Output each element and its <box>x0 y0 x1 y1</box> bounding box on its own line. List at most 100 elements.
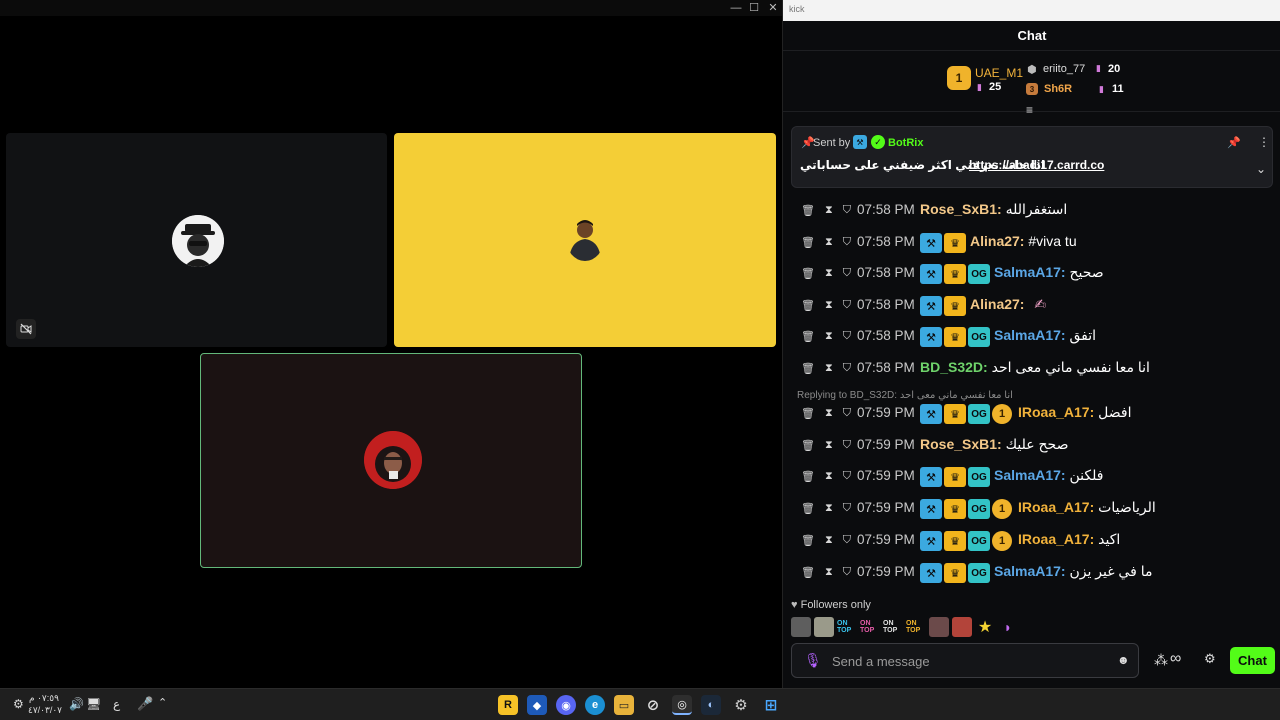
ban-icon[interactable]: ⛉ <box>843 534 851 547</box>
network-icon[interactable]: 🖥 <box>86 697 101 711</box>
vip-crown-icon[interactable]: ♛ <box>944 327 966 347</box>
chat-message[interactable]: 🗑 ⧗ ⛉ 07:58 PM Rose_SxB1: استغفرالله <box>783 199 1280 223</box>
og-badge-icon[interactable]: OG <box>968 404 990 424</box>
vip-crown-icon[interactable]: ♛ <box>944 404 966 424</box>
windows-start-icon[interactable]: ⊞ <box>761 695 781 715</box>
delete-icon[interactable]: 🗑 <box>801 534 815 547</box>
timeout-icon[interactable]: ⧗ <box>825 470 833 483</box>
send-chat-button[interactable]: Chat <box>1230 647 1275 674</box>
rockstar-icon[interactable]: R <box>498 695 518 715</box>
message-username[interactable]: Rose_SxB1: <box>920 201 1002 217</box>
collapse-icon[interactable]: ≡ <box>1026 103 1033 117</box>
microphone-tray-icon[interactable]: 🎤 <box>137 696 153 712</box>
timeout-icon[interactable]: ⧗ <box>825 566 833 579</box>
delete-icon[interactable]: 🗑 <box>801 566 815 579</box>
chrome-icon[interactable]: ◎ <box>672 695 692 715</box>
delete-icon[interactable]: 🗑 <box>801 204 815 217</box>
vip-crown-icon[interactable]: ♛ <box>944 296 966 316</box>
microphone-icon[interactable]: 🎙 <box>804 652 822 669</box>
chat-input-box[interactable]: 🎙 ☻ <box>791 643 1139 678</box>
timeout-icon[interactable]: ⧗ <box>825 534 833 547</box>
og-badge-icon[interactable]: OG <box>968 467 990 487</box>
message-username[interactable]: SalmaA17: <box>994 264 1066 280</box>
gift-rank-icon[interactable]: 1 <box>992 499 1012 519</box>
delete-icon[interactable]: 🗑 <box>801 267 815 280</box>
maximize-button[interactable]: ☐ <box>746 1 762 15</box>
delete-icon[interactable]: 🗑 <box>801 502 815 515</box>
og-badge-icon[interactable]: OG <box>968 264 990 284</box>
chevron-up-icon[interactable]: ⌃ <box>158 696 167 709</box>
message-username[interactable]: Alina27: <box>970 233 1024 249</box>
ban-icon[interactable]: ⛉ <box>843 204 851 217</box>
more-options-icon[interactable]: ⋮ <box>1258 135 1270 149</box>
chat-message[interactable]: 🗑 ⧗ ⛉ 07:59 PM ⚒ ♛ OG SalmaA17: فلكنن <box>783 465 1280 489</box>
moderator-badge-icon[interactable]: ⚒ <box>920 327 942 347</box>
emote-10[interactable]: ◗ <box>998 617 1018 637</box>
chat-message[interactable]: 🗑 ⧗ ⛉ 07:59 PM ⚒ ♛ OG 1 IRoaa_A17: اكيد <box>783 529 1280 553</box>
emote-1[interactable] <box>791 617 811 637</box>
delete-icon[interactable]: 🗑 <box>801 299 815 312</box>
ban-icon[interactable]: ⛉ <box>843 566 851 579</box>
volume-icon[interactable]: 🔊 <box>69 697 84 711</box>
participant-tile-3-active[interactable] <box>200 353 582 568</box>
steam-icon[interactable]: ◐ <box>701 695 721 715</box>
ban-icon[interactable]: ⛉ <box>843 502 851 515</box>
close-button[interactable]: ✕ <box>765 1 781 15</box>
chat-message[interactable]: 🗑 ⧗ ⛉ 07:58 PM BD_S32D: انا معا نفسي ماني مع… <box>783 357 1280 381</box>
chat-message[interactable]: 🗑 ⧗ ⛉ 07:58 PM ⚒ ♛ OG SalmaA17: اتفق <box>783 325 1280 349</box>
vip-crown-icon[interactable]: ♛ <box>944 531 966 551</box>
ban-icon[interactable]: ⛉ <box>843 299 851 312</box>
timeout-icon[interactable]: ⧗ <box>825 299 833 312</box>
message-username[interactable]: IRoaa_A17: <box>1018 404 1094 420</box>
delete-icon[interactable]: 🗑 <box>801 439 815 452</box>
delete-icon[interactable]: 🗑 <box>801 470 815 483</box>
vip-crown-icon[interactable]: ♛ <box>944 233 966 253</box>
emote-ontop-3[interactable]: ON TOP <box>883 617 903 637</box>
emote-2[interactable] <box>814 617 834 637</box>
gift-leaderboard[interactable]: 1 UAE_M1 ▮ 25 ⬢ eriito_77 ▮ 20 3 Sh6R ▮ … <box>783 52 1280 117</box>
minimize-button[interactable]: — <box>728 1 744 15</box>
chat-message[interactable]: 🗑 ⧗ ⛉ 07:59 PM ⚒ ♛ OG SalmaA17: ما في غير يزن <box>783 561 1280 585</box>
moderator-badge-icon[interactable]: ⚒ <box>920 467 942 487</box>
pinned-sender[interactable]: BotRix <box>888 137 923 149</box>
chat-message[interactable]: 🗑 ⧗ ⛉ 07:59 PM Rose_SxB1: صحح عليك <box>783 434 1280 458</box>
timeout-icon[interactable]: ⧗ <box>825 236 833 249</box>
participant-tile-2[interactable] <box>394 133 776 347</box>
chat-message[interactable]: 🗑 ⧗ ⛉ 07:59 PM ⚒ ♛ OG 1 IRoaa_A17: الرياضيات <box>783 497 1280 521</box>
timeout-icon[interactable]: ⧗ <box>825 204 833 217</box>
timeout-icon[interactable]: ⧗ <box>825 267 833 280</box>
pinned-link[interactable]: https://abadi17.carrd.co <box>969 158 1104 172</box>
discord-icon[interactable]: ◉ <box>556 695 576 715</box>
emote-ontop-1[interactable]: ON TOP <box>837 617 857 637</box>
app-icon-circle[interactable]: ⊘ <box>643 695 663 715</box>
vip-crown-icon[interactable]: ♛ <box>944 563 966 583</box>
delete-icon[interactable]: 🗑 <box>801 407 815 420</box>
infinity-icon[interactable]: ∞ <box>1170 650 1181 668</box>
delete-icon[interactable]: 🗑 <box>801 330 815 343</box>
ban-icon[interactable]: ⛉ <box>843 439 851 452</box>
star-emote-icon[interactable]: ★ <box>975 617 995 637</box>
emote-ontop-4[interactable]: ON TOP <box>906 617 926 637</box>
og-badge-icon[interactable]: OG <box>968 499 990 519</box>
timeout-icon[interactable]: ⧗ <box>825 502 833 515</box>
message-username[interactable]: IRoaa_A17: <box>1018 531 1094 547</box>
message-username[interactable]: SalmaA17: <box>994 467 1066 483</box>
moderator-badge-icon[interactable]: ⚒ <box>920 563 942 583</box>
file-explorer-icon[interactable]: ▭ <box>614 695 634 715</box>
vip-crown-icon[interactable]: ♛ <box>944 467 966 487</box>
og-badge-icon[interactable]: OG <box>968 531 990 551</box>
message-username[interactable]: Alina27: <box>970 296 1024 312</box>
settings-gear-icon[interactable]: ⚙ <box>1204 651 1216 667</box>
chat-message-input[interactable] <box>832 652 1102 670</box>
ban-icon[interactable]: ⛉ <box>843 407 851 420</box>
message-username[interactable]: Rose_SxB1: <box>920 436 1002 452</box>
input-language[interactable]: ع <box>113 697 120 711</box>
message-username[interactable]: IRoaa_A17: <box>1018 499 1094 515</box>
vip-crown-icon[interactable]: ♛ <box>944 499 966 519</box>
pinned-message[interactable]: 📌 Sent by ⚒ ✓ BotRix 📌 ⋮ اذا حاب تعرفني … <box>791 126 1273 188</box>
message-username[interactable]: SalmaA17: <box>994 563 1066 579</box>
moderator-badge-icon[interactable]: ⚒ <box>920 404 942 424</box>
chat-message[interactable]: 🗑 ⧗ ⛉ 07:58 PM ⚒ ♛ Alina27: ✍ <box>783 294 1280 318</box>
timeout-icon[interactable]: ⧗ <box>825 330 833 343</box>
ban-icon[interactable]: ⛉ <box>843 267 851 280</box>
